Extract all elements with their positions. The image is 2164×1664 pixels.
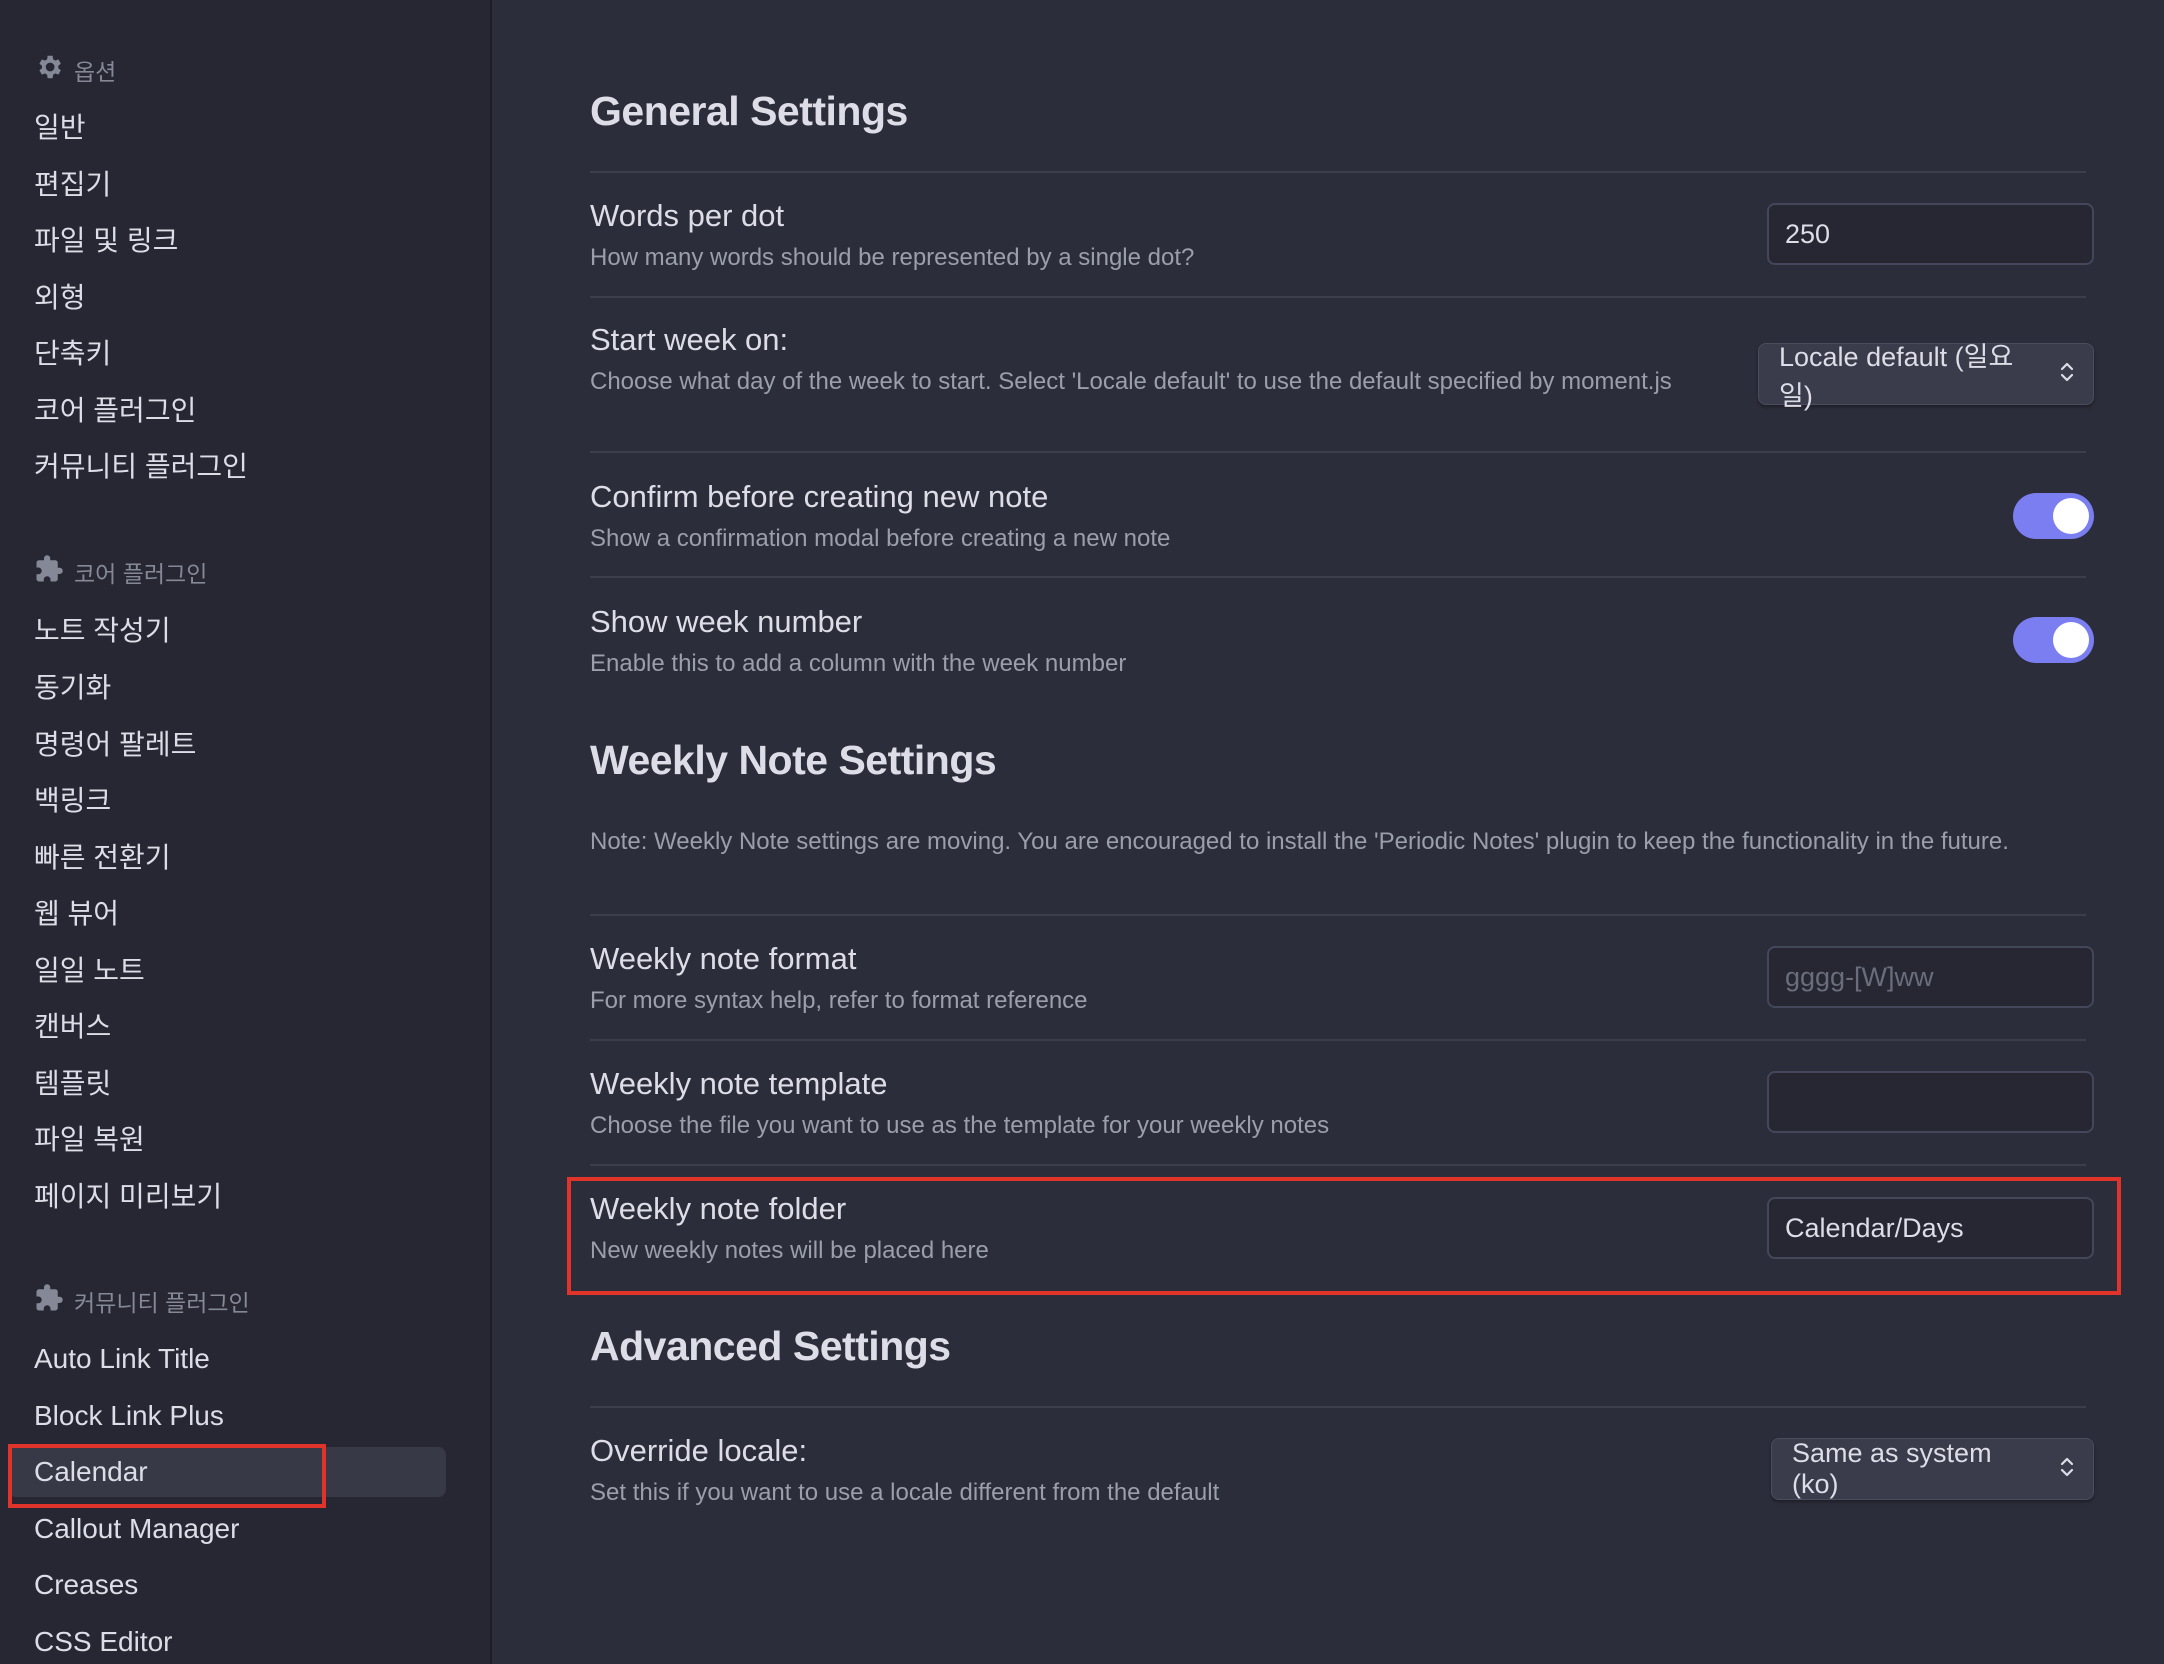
weekly-folder-input[interactable]: [1767, 1197, 2094, 1259]
sidebar-item-templates[interactable]: 템플릿: [34, 1057, 111, 1107]
weekly-template-input[interactable]: [1767, 1071, 2094, 1133]
settings-window: 옵션 일반 편집기 파일 및 링크 외형 단축키 코어 플러그인 커뮤니티 플러…: [0, 0, 2164, 1664]
chevron-updown-icon: [2045, 1454, 2075, 1485]
setting-name-weekly-folder: Weekly note folder: [590, 1191, 847, 1226]
advanced-settings-heading: Advanced Settings: [590, 1323, 951, 1369]
setting-desc-start-week: Choose what day of the week to start. Se…: [590, 368, 1672, 395]
sidebar-item-css-editor[interactable]: CSS Editor: [34, 1617, 173, 1664]
sidebar-item-callout-manager[interactable]: Callout Manager: [34, 1504, 239, 1554]
divider: [590, 1039, 2086, 1041]
sidebar-item-block-link-plus[interactable]: Block Link Plus: [34, 1391, 224, 1441]
sidebar-item-web-viewer[interactable]: 웹 뷰어: [34, 887, 119, 937]
sidebar-item-quick-switcher[interactable]: 빠른 전환기: [34, 831, 171, 881]
sidebar-item-page-preview[interactable]: 페이지 미리보기: [34, 1170, 222, 1220]
weekly-settings-heading: Weekly Note Settings: [590, 737, 997, 783]
puzzle-icon: [34, 1283, 64, 1319]
sidebar-item-file-recovery[interactable]: 파일 복원: [34, 1113, 145, 1163]
sidebar-item-editor[interactable]: 편집기: [34, 158, 111, 208]
toggle-knob: [2053, 498, 2089, 534]
sidebar-item-calendar[interactable]: Calendar: [8, 1447, 446, 1497]
start-week-dropdown[interactable]: Locale default (일요일): [1758, 342, 2094, 411]
week-number-toggle[interactable]: [2013, 617, 2094, 663]
settings-sidebar: 옵션 일반 편집기 파일 및 링크 외형 단축키 코어 플러그인 커뮤니티 플러…: [0, 0, 492, 1664]
gear-icon: [34, 52, 64, 88]
sidebar-item-daily-notes[interactable]: 일일 노트: [34, 944, 145, 994]
sidebar-item-core-plugins[interactable]: 코어 플러그인: [34, 384, 196, 434]
settings-content: General Settings Words per dot How many …: [492, 0, 2164, 1664]
chevron-updown-icon: [2045, 359, 2075, 390]
setting-desc-weekly-folder: New weekly notes will be placed here: [590, 1237, 989, 1264]
words-per-dot-input[interactable]: [1767, 203, 2094, 265]
sidebar-item-backlinks[interactable]: 백링크: [34, 774, 111, 824]
sidebar-item-files-links[interactable]: 파일 및 링크: [34, 214, 178, 264]
confirm-new-note-toggle[interactable]: [2013, 493, 2094, 539]
setting-name-week-number: Show week number: [590, 604, 863, 639]
sidebar-item-command-palette[interactable]: 명령어 팔레트: [34, 718, 196, 768]
sidebar-item-note-composer[interactable]: 노트 작성기: [34, 604, 171, 654]
sidebar-group-options: 옵션: [34, 50, 116, 90]
setting-desc-words-per-dot: How many words should be represented by …: [590, 244, 1195, 271]
divider: [590, 914, 2086, 916]
sidebar-item-hotkeys[interactable]: 단축키: [34, 327, 111, 377]
setting-desc-week-number: Enable this to add a column with the wee…: [590, 650, 1127, 677]
weekly-settings-note: Note: Weekly Note settings are moving. Y…: [590, 828, 2009, 855]
setting-name-weekly-template: Weekly note template: [590, 1066, 888, 1101]
sidebar-group-title: 커뮤니티 플러그인: [74, 1290, 250, 1316]
sidebar-item-canvas[interactable]: 캔버스: [34, 1000, 111, 1050]
dropdown-value: Same as system (ko): [1792, 1438, 1992, 1499]
sidebar-group-core: 코어 플러그인: [34, 552, 207, 592]
setting-name-override-locale: Override locale:: [590, 1433, 808, 1468]
setting-name-start-week: Start week on:: [590, 322, 789, 357]
general-settings-heading: General Settings: [590, 88, 908, 134]
toggle-knob: [2053, 622, 2089, 658]
sidebar-item-general[interactable]: 일반: [34, 101, 86, 151]
divider: [590, 1406, 2086, 1408]
divider: [590, 296, 2086, 298]
divider: [590, 451, 2086, 453]
sidebar-group-title: 옵션: [74, 59, 117, 85]
setting-desc-weekly-format: For more syntax help, refer to format re…: [590, 987, 1088, 1014]
divider: [590, 1164, 2086, 1166]
setting-desc-override-locale: Set this if you want to use a locale dif…: [590, 1479, 1220, 1506]
puzzle-icon: [34, 554, 64, 590]
divider: [590, 576, 2086, 578]
setting-name-confirm-new-note: Confirm before creating new note: [590, 479, 1049, 514]
sidebar-item-sync[interactable]: 동기화: [34, 661, 111, 711]
setting-desc-confirm-new-note: Show a confirmation modal before creatin…: [590, 525, 1171, 552]
divider: [590, 171, 2086, 173]
sidebar-item-creases[interactable]: Creases: [34, 1560, 138, 1610]
setting-name-words-per-dot: Words per dot: [590, 198, 785, 233]
sidebar-group-community: 커뮤니티 플러그인: [34, 1281, 250, 1321]
setting-desc-weekly-template: Choose the file you want to use as the t…: [590, 1112, 1330, 1139]
setting-name-weekly-format: Weekly note format: [590, 941, 857, 976]
weekly-format-input[interactable]: [1767, 946, 2094, 1008]
sidebar-group-title: 코어 플러그인: [74, 561, 208, 587]
sidebar-item-community-plugins[interactable]: 커뮤니티 플러그인: [34, 440, 248, 490]
override-locale-dropdown[interactable]: Same as system (ko): [1771, 1438, 2094, 1500]
dropdown-value: Locale default (일요일): [1779, 342, 2014, 411]
sidebar-item-appearance[interactable]: 외형: [34, 271, 86, 321]
sidebar-item-auto-link-title[interactable]: Auto Link Title: [34, 1334, 210, 1384]
